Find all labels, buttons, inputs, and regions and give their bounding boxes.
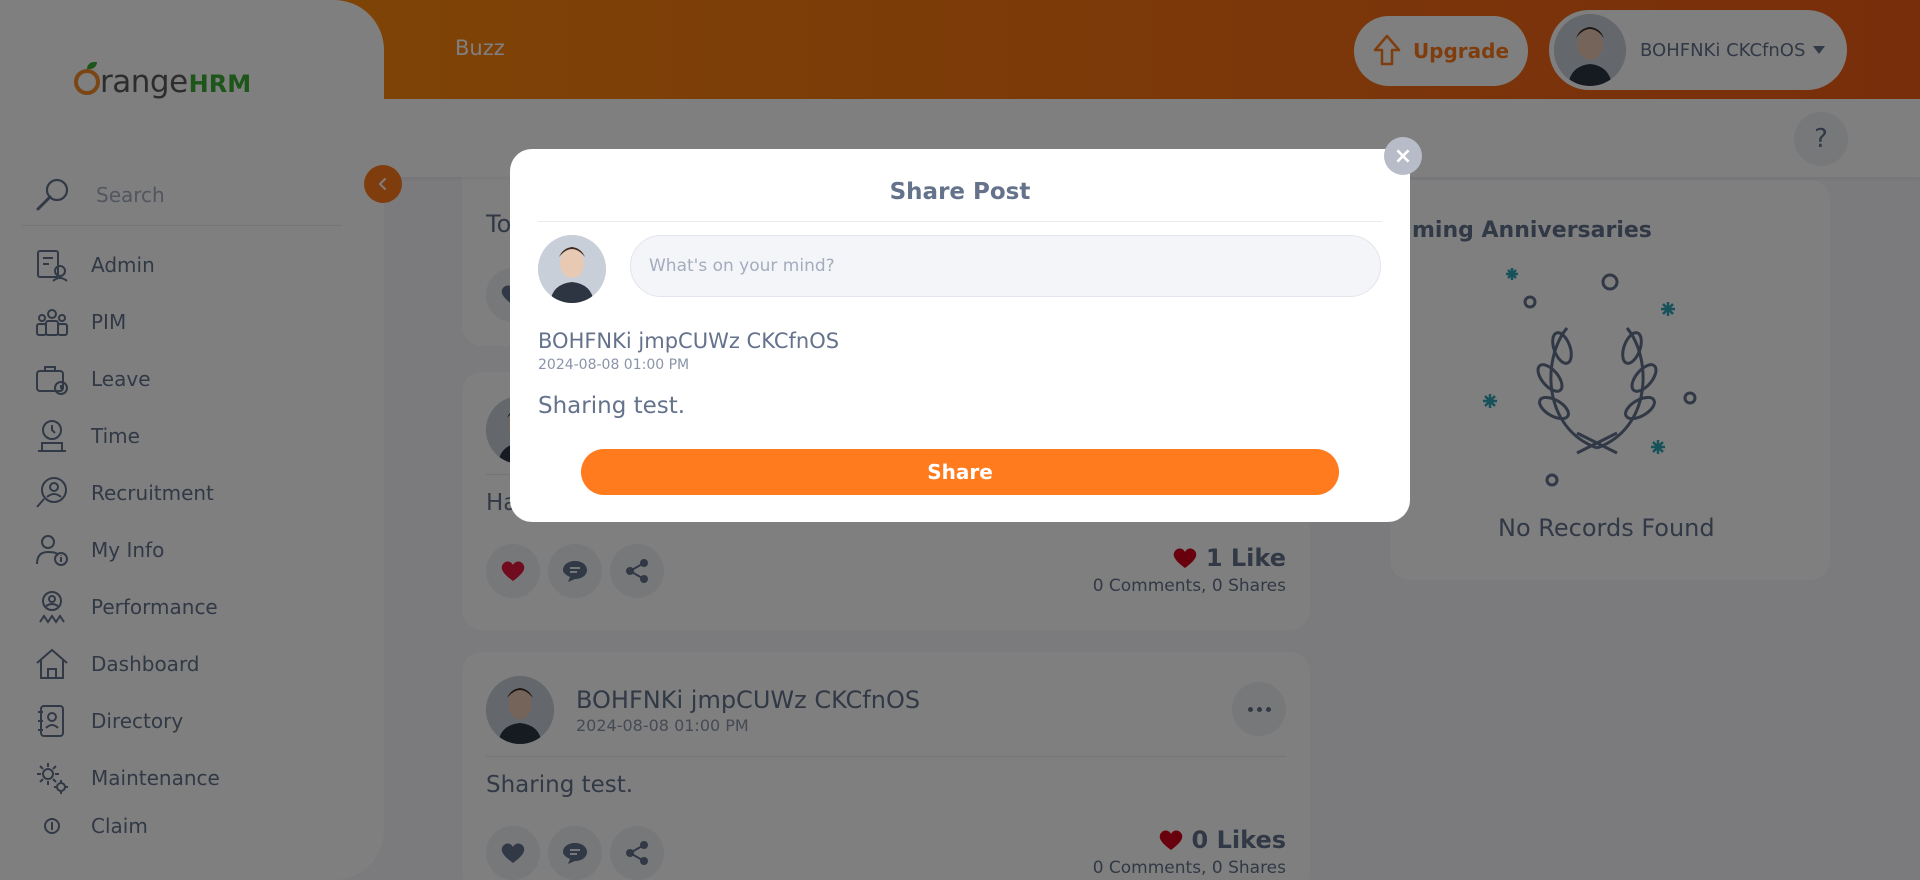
current-user-avatar (538, 235, 606, 303)
share-comment-input[interactable] (630, 235, 1381, 297)
divider (538, 221, 1382, 222)
shared-post-text: Sharing test. (538, 393, 686, 419)
shared-post-date: 2024-08-08 01:00 PM (538, 357, 690, 373)
share-post-dialog: × Share Post BOHFNKi jmpCUWz CKCfnOS 202… (510, 137, 1422, 522)
share-button[interactable]: Share (581, 449, 1339, 495)
dialog-title: Share Post (889, 179, 1031, 205)
shared-post-author: BOHFNKi jmpCUWz CKCfnOS (538, 329, 840, 353)
close-button[interactable]: × (1384, 137, 1422, 175)
